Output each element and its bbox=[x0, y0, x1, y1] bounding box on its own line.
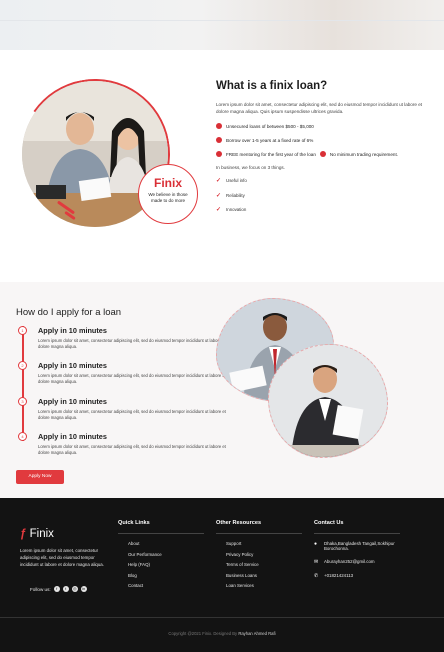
footer-link-support[interactable]: Support bbox=[216, 541, 302, 546]
about-section: Finix We believe in those made to do mor… bbox=[0, 50, 444, 300]
bullet-item: FREE mentoring for the first year of the… bbox=[216, 151, 432, 158]
footer-link-blog[interactable]: Blog bbox=[118, 573, 204, 578]
location-pin-icon: ● bbox=[314, 541, 318, 547]
bullet-item: Unsecured loans of between $500 - $5,000 bbox=[216, 123, 432, 130]
check-label: Innovation bbox=[226, 207, 247, 213]
step-number: 1 bbox=[18, 326, 27, 335]
about-content: What is a finix loan? Lorem ipsum dolor … bbox=[216, 80, 432, 300]
other-resources-title: Other Resources bbox=[216, 520, 302, 534]
step-title: Apply in 10 minutes bbox=[38, 397, 107, 406]
check-label: Reliability bbox=[226, 192, 245, 198]
check-label: Useful info bbox=[226, 178, 247, 184]
mail-icon: ✉ bbox=[314, 559, 319, 565]
hero-banner-strip bbox=[0, 0, 444, 50]
surprised-man-illustration bbox=[269, 345, 387, 457]
step-title: Apply in 10 minutes bbox=[38, 361, 107, 370]
about-body: Lorem ipsum dolor sit amet, consectetur … bbox=[216, 102, 423, 115]
check-item: ✓ Useful info bbox=[216, 177, 432, 184]
address-text: Dhaka,Bangladesh Tangail,Sokhipur Boroch… bbox=[324, 541, 395, 551]
bullet-text: FREE mentoring for the first year of the… bbox=[226, 151, 316, 157]
step-text: Lorem ipsum dolor sit amet, consectetur … bbox=[38, 409, 226, 421]
footer-link-about[interactable]: About bbox=[118, 541, 204, 546]
bullet-dot-icon bbox=[216, 151, 222, 158]
bullet-text: Unsecured loans of between $500 - $5,000 bbox=[226, 123, 314, 129]
finix-badge: Finix We believe in those made to do mor… bbox=[138, 164, 198, 224]
bullet-text: No minimum trading requirement. bbox=[329, 151, 399, 157]
footer: ƒ Finix Lorem ipsum dolor sit amet, cons… bbox=[0, 498, 444, 652]
step-text: Lorem ipsum dolor sit amet, consectetur … bbox=[38, 373, 226, 385]
badge-subtitle: We believe in those made to do more bbox=[148, 192, 188, 203]
quick-links-column: Quick Links About Our Performance Help (… bbox=[118, 520, 204, 594]
linkedin-icon[interactable]: in bbox=[80, 586, 87, 592]
twitter-icon[interactable]: t bbox=[62, 586, 69, 592]
check-icon: ✓ bbox=[216, 192, 222, 199]
step-title: Apply in 10 minutes bbox=[38, 432, 107, 441]
apply-heading: How do I apply for a loan bbox=[16, 307, 122, 318]
bullet-item: Borrow over 1-5 years at a fixed rate of… bbox=[216, 137, 432, 144]
quick-links-title: Quick Links bbox=[118, 520, 204, 534]
footer-link-terms[interactable]: Terms of Service bbox=[216, 562, 302, 567]
copyright-prefix: Copyright @2021 Finix. Designed By bbox=[168, 631, 238, 636]
check-icon: ✓ bbox=[216, 178, 222, 185]
surprised-man-photo bbox=[268, 344, 388, 458]
copyright: Copyright @2021 Finix. Designed By Rayha… bbox=[0, 631, 444, 636]
phone-icon: ✆ bbox=[314, 573, 319, 579]
footer-link-performance[interactable]: Our Performance bbox=[118, 552, 204, 557]
focus-text: In business, we focus on 3 things. bbox=[216, 165, 285, 171]
contact-column: Contact Us ● Dhaka,Bangladesh Tangail,So… bbox=[314, 520, 414, 587]
contact-address: ● Dhaka,Bangladesh Tangail,Sokhipur Boro… bbox=[314, 541, 414, 551]
footer-divider bbox=[0, 617, 444, 618]
footer-link-privacy[interactable]: Privacy Policy bbox=[216, 552, 302, 557]
about-heading: What is a finix loan? bbox=[216, 80, 328, 92]
apply-section: How do I apply for a loan 1 Apply in 10 … bbox=[0, 282, 444, 498]
step-number: 4 bbox=[18, 432, 27, 441]
step-number: 3 bbox=[18, 397, 27, 406]
check-item: ✓ Reliability bbox=[216, 192, 432, 199]
contact-email[interactable]: ✉ Aburayhan252@gmil.com bbox=[314, 559, 414, 565]
check-icon: ✓ bbox=[216, 207, 222, 214]
facebook-icon[interactable]: f bbox=[53, 586, 60, 592]
steps-timeline-line bbox=[22, 326, 24, 441]
apply-now-button[interactable]: Apply Now bbox=[16, 470, 64, 484]
divider bbox=[0, 20, 444, 21]
step-text: Lorem ipsum dolor sit amet, consectetur … bbox=[38, 444, 226, 456]
follow-us: Follow us: f t ◎ in bbox=[30, 586, 87, 592]
footer-link-faq[interactable]: Help (FAQ) bbox=[118, 562, 204, 567]
copyright-author[interactable]: Rayhan Ahmed Rafi bbox=[238, 631, 275, 636]
phone-text: +01821424113 bbox=[324, 573, 354, 578]
follow-label: Follow us: bbox=[30, 586, 51, 592]
check-item: ✓ Innovation bbox=[216, 206, 432, 213]
badge-title: Finix bbox=[153, 176, 182, 190]
footer-link-contact[interactable]: Contact bbox=[118, 583, 204, 588]
footer-link-loan-services[interactable]: Loan Services bbox=[216, 583, 302, 588]
bullet-dot-icon bbox=[216, 123, 222, 130]
step-title: Apply in 10 minutes bbox=[38, 326, 107, 335]
bullet-dot-icon bbox=[216, 137, 222, 144]
contact-title: Contact Us bbox=[314, 520, 400, 534]
footer-logo-text: Finix bbox=[29, 528, 54, 540]
logo-icon: ƒ bbox=[20, 528, 27, 540]
other-resources-column: Other Resources Support Privacy Policy T… bbox=[216, 520, 302, 594]
contact-phone[interactable]: ✆ +01821424113 bbox=[314, 573, 414, 579]
footer-description: Lorem ipsum dolor sit amet, consectetur … bbox=[20, 548, 104, 567]
footer-logo[interactable]: ƒ Finix bbox=[20, 528, 54, 540]
step-text: Lorem ipsum dolor sit amet, consectetur … bbox=[38, 338, 226, 350]
email-text: Aburayhan252@gmil.com bbox=[324, 559, 375, 564]
bullet-dot-icon bbox=[319, 151, 326, 158]
step-number: 2 bbox=[18, 361, 27, 370]
instagram-icon[interactable]: ◎ bbox=[71, 586, 78, 592]
bullet-text: Borrow over 1-5 years at a fixed rate of… bbox=[226, 137, 314, 143]
footer-link-business-loans[interactable]: Business Loans bbox=[216, 573, 302, 578]
